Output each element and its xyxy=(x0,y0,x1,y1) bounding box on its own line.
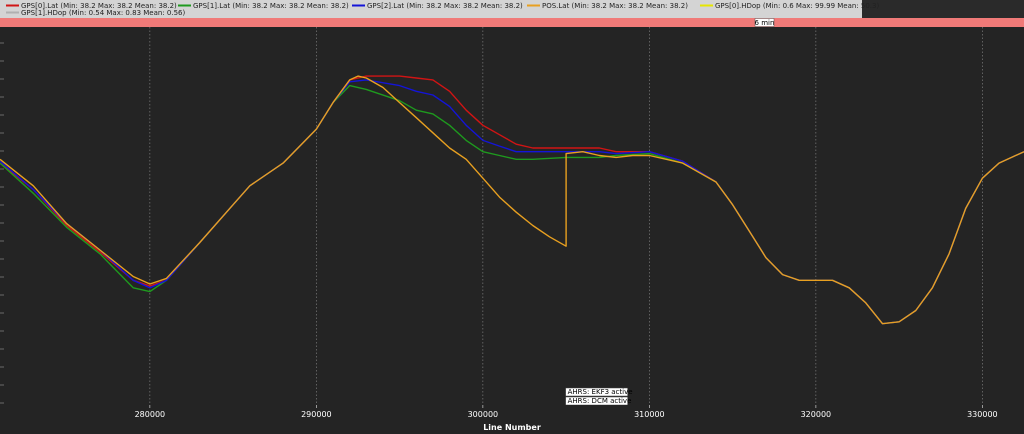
plot-area[interactable] xyxy=(0,27,1024,405)
legend-entry[interactable]: GPS[0].HDop (Min: 0.6 Max: 99.99 Mean: 5… xyxy=(715,2,879,10)
annotations: AHRS: EKF3 activeAHRS: DCM active xyxy=(565,387,633,406)
x-tick-label: 290000 xyxy=(301,410,332,419)
legend-entry[interactable]: GPS[1].HDop (Min: 0.54 Max: 0.83 Mean: 0… xyxy=(21,9,185,17)
legend-entry[interactable]: POS.Lat (Min: 38.2 Max: 38.2 Mean: 38.2) xyxy=(542,2,688,10)
legend-entry[interactable]: GPS[2].Lat (Min: 38.2 Max: 38.2 Mean: 38… xyxy=(367,2,523,10)
x-tick-label: 310000 xyxy=(634,410,665,419)
chart: GPS[0].Lat (Min: 38.2 Max: 38.2 Mean: 38… xyxy=(0,0,1024,434)
time-band xyxy=(0,18,1024,27)
x-tick-label: 280000 xyxy=(135,410,166,419)
annotation-label: AHRS: DCM active xyxy=(568,397,632,405)
legend-entry[interactable]: GPS[1].Lat (Min: 38.2 Max: 38.2 Mean: 38… xyxy=(193,2,349,10)
annotation-label: AHRS: EKF3 active xyxy=(568,388,633,396)
x-tick-label: 300000 xyxy=(468,410,499,419)
time-marker-label: 6 min xyxy=(755,19,775,27)
legend-right-fill xyxy=(862,0,1024,18)
x-tick-label: 320000 xyxy=(801,410,832,419)
x-tick-label: 330000 xyxy=(967,410,998,419)
x-axis-label: Line Number xyxy=(483,423,541,432)
